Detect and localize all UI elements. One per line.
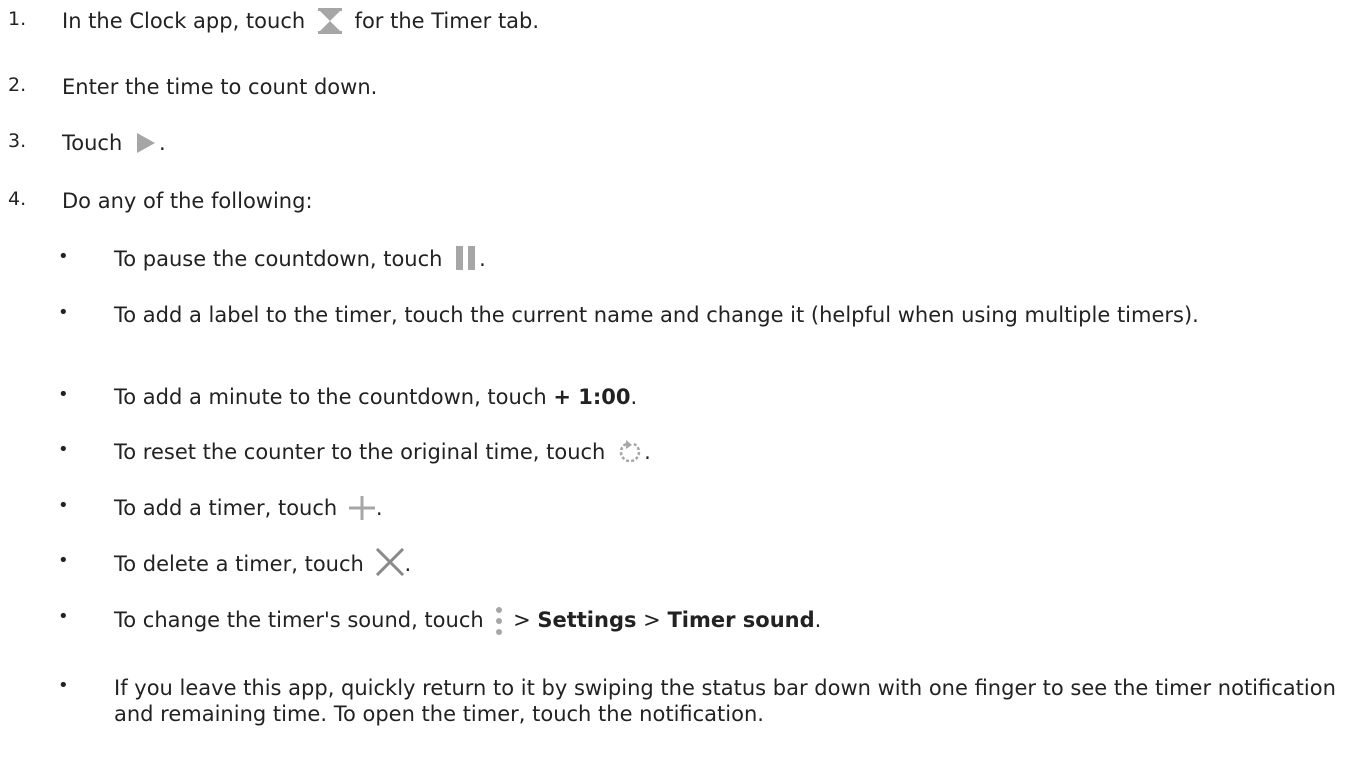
settings-menu-label: Settings <box>537 608 637 632</box>
bullet-text-after: . <box>644 440 651 464</box>
bullet-text-before: To add a timer, touch <box>114 496 338 520</box>
step-number: 4. <box>8 188 27 210</box>
plus-icon <box>348 495 376 521</box>
bullet-text-before: To reset the counter to the original tim… <box>114 440 606 464</box>
step-text: Enter the time to count down. <box>62 75 378 99</box>
bullet-text-after: . <box>479 247 486 271</box>
step-number: 2. <box>8 74 27 96</box>
bullet-text: To add a timer, touch . <box>114 495 1339 522</box>
bullet-text-before: To delete a timer, touch <box>114 552 364 576</box>
step-text-before: Touch <box>62 131 123 155</box>
bullet-text-after: . <box>404 552 412 576</box>
bullet-text-before: To add a minute to the countdown, touch <box>114 385 547 409</box>
bullet-marker: • <box>58 246 69 267</box>
add-minute-label: + 1:00 <box>553 385 631 409</box>
more-vertical-icon <box>494 606 504 636</box>
bullet-text: To change the timer's sound, touch > Set… <box>114 606 1339 636</box>
step-text: In the Clock app, touch for the Timer ta… <box>62 8 539 36</box>
step-text: Do any of the following: <box>62 189 313 213</box>
bullet-text-after: . <box>814 608 822 632</box>
bullet-text: To delete a timer, touch . <box>114 547 1339 580</box>
step-text-after: for the Timer tab. <box>354 9 540 33</box>
bullet-marker: • <box>58 439 69 460</box>
step-text-before: In the Clock app, touch <box>62 9 306 33</box>
menu-separator: > <box>513 608 531 632</box>
bullet-text: If you leave this app, quickly return to… <box>114 676 1336 727</box>
bullet-text-after: . <box>375 496 383 520</box>
step-number: 1. <box>8 8 27 30</box>
step-text: Touch . <box>62 130 166 156</box>
step-number: 3. <box>8 130 27 152</box>
bullet-text: To add a minute to the countdown, touch … <box>114 384 1339 410</box>
bullet-marker: • <box>58 384 69 405</box>
bullet-text: To pause the countdown, touch . <box>114 246 1339 273</box>
menu-separator: > <box>643 608 661 632</box>
bullet-marker: • <box>58 550 69 571</box>
close-icon <box>375 547 405 577</box>
play-icon <box>135 131 157 155</box>
bullet-marker: • <box>58 495 69 516</box>
reset-icon <box>617 438 643 464</box>
bullet-text-before: To change the timer's sound, touch <box>114 608 484 632</box>
pause-icon <box>455 245 477 271</box>
bullet-text-before: To pause the countdown, touch <box>114 247 443 271</box>
bullet-text-after: . <box>630 385 638 409</box>
bullet-marker: • <box>58 675 69 696</box>
hourglass-icon <box>316 7 344 35</box>
bullet-text: To reset the counter to the original tim… <box>114 439 1339 466</box>
bullet-marker: • <box>58 606 69 627</box>
bullet-text: To add a label to the timer, touch the c… <box>114 303 1199 327</box>
step-text-after: . <box>158 131 166 155</box>
bullet-marker: • <box>58 302 69 323</box>
timer-sound-label: Timer sound <box>667 608 815 632</box>
